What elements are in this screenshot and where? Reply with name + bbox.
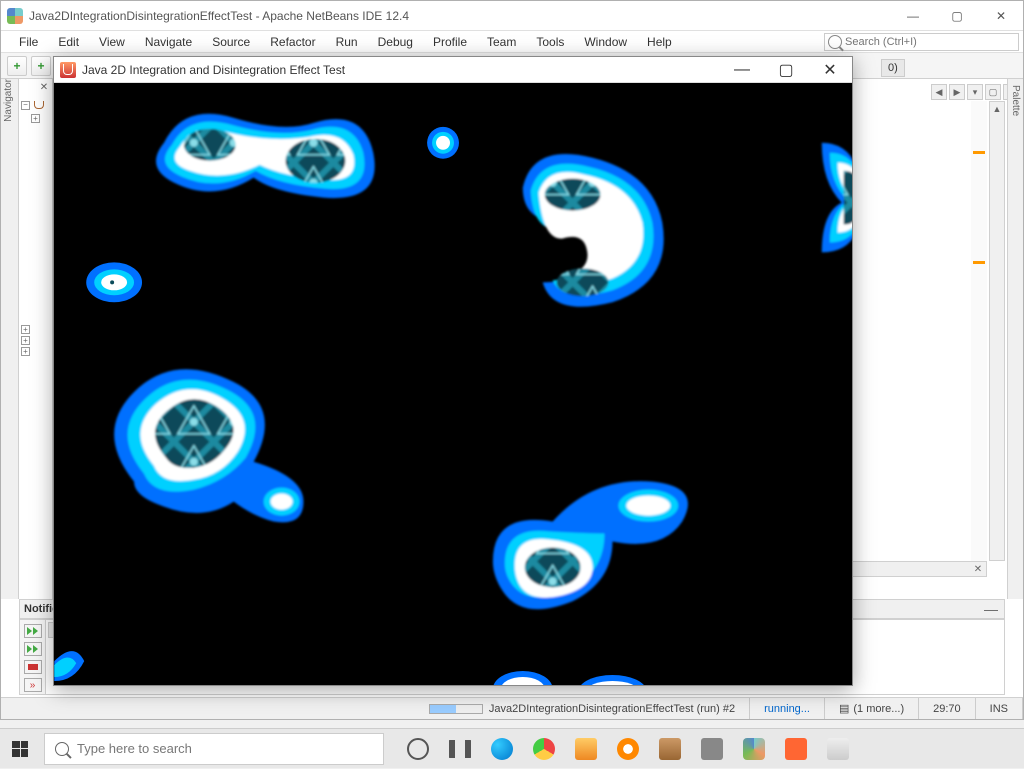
- java-app-window: Java 2D Integration and Disintegration E…: [53, 56, 853, 686]
- menu-navigate[interactable]: Navigate: [135, 33, 202, 51]
- tasks-icon: ▤: [839, 702, 849, 715]
- app-maximize-button[interactable]: ▢: [764, 57, 808, 83]
- menu-tools[interactable]: Tools: [526, 33, 574, 51]
- java-class-icon: [32, 98, 46, 112]
- netbeans-logo-icon: [7, 8, 23, 24]
- notifications-minimize-button[interactable]: —: [984, 601, 1004, 617]
- edge-icon[interactable]: [482, 729, 522, 769]
- status-more[interactable]: ▤ (1 more...): [825, 698, 919, 719]
- editor-next-button[interactable]: ▶: [949, 84, 965, 100]
- navigator-panel: ✕ − + + + +: [19, 79, 53, 599]
- explorer-icon[interactable]: [566, 729, 606, 769]
- cortana-button[interactable]: [398, 729, 438, 769]
- minimap-mark: [973, 151, 985, 154]
- app-close-button[interactable]: ✕: [808, 57, 852, 83]
- printer-icon[interactable]: [692, 729, 732, 769]
- status-cursor-pos: 29:70: [919, 698, 976, 719]
- menu-file[interactable]: File: [9, 33, 48, 51]
- output-sidebar: »: [20, 620, 46, 694]
- windows-logo-icon: [12, 741, 28, 757]
- tree-collapse-icon[interactable]: −: [21, 101, 30, 110]
- menu-run[interactable]: Run: [326, 33, 368, 51]
- status-task: Java2DIntegrationDisintegrationEffectTes…: [415, 698, 750, 719]
- app-minimize-button[interactable]: —: [720, 57, 764, 83]
- menu-view[interactable]: View: [89, 33, 135, 51]
- left-sidebar-strip: Navigator: [1, 79, 19, 599]
- tree-expand-icon[interactable]: +: [21, 336, 30, 345]
- taskbar-icons: [398, 729, 858, 769]
- navigator-tab-label[interactable]: Navigator: [3, 79, 14, 130]
- output-run-button[interactable]: [24, 642, 42, 656]
- search-icon: [828, 35, 842, 49]
- menu-team[interactable]: Team: [477, 33, 526, 51]
- app-icon[interactable]: [650, 729, 690, 769]
- output-stop-button[interactable]: [24, 660, 42, 674]
- scroll-up-icon[interactable]: ▲: [990, 102, 1004, 116]
- ide-search-input[interactable]: [845, 36, 1018, 48]
- output-rerun-button[interactable]: [24, 624, 42, 638]
- palette-tab-label[interactable]: Palette: [1010, 79, 1021, 116]
- blender-icon[interactable]: [608, 729, 648, 769]
- menu-window[interactable]: Window: [574, 33, 637, 51]
- menu-debug[interactable]: Debug: [368, 33, 423, 51]
- output-clear-button[interactable]: »: [24, 678, 42, 692]
- ide-close-button[interactable]: ✕: [979, 1, 1023, 31]
- editor-tabs: 0): [881, 57, 905, 79]
- start-button[interactable]: [0, 729, 40, 769]
- app2-icon[interactable]: [734, 729, 774, 769]
- menu-refactor[interactable]: Refactor: [260, 33, 325, 51]
- taskbar-search-placeholder: Type here to search: [77, 741, 192, 756]
- minimap-mark: [973, 261, 985, 264]
- ide-search-box[interactable]: [824, 33, 1019, 51]
- status-state[interactable]: running...: [750, 698, 825, 719]
- statusbar: Java2DIntegrationDisintegrationEffectTes…: [1, 697, 1023, 719]
- editor-dropdown-button[interactable]: ▾: [967, 84, 983, 100]
- windows-taskbar: Type here to search: [0, 728, 1024, 768]
- status-more-label: (1 more...): [853, 703, 904, 715]
- new-file-button[interactable]: [7, 56, 27, 76]
- navigator-close-button[interactable]: ✕: [38, 81, 50, 93]
- ide-title: Java2DIntegrationDisintegrationEffectTes…: [29, 9, 891, 23]
- taskbar-search[interactable]: Type here to search: [44, 733, 384, 765]
- ide-maximize-button[interactable]: ▢: [935, 1, 979, 31]
- editor-minimap[interactable]: [971, 101, 987, 561]
- app-canvas: [54, 83, 852, 685]
- editor-tab[interactable]: 0): [881, 59, 905, 77]
- task-view-button[interactable]: [440, 729, 480, 769]
- menu-source[interactable]: Source: [202, 33, 260, 51]
- java-app-icon: [60, 62, 76, 78]
- menu-profile[interactable]: Profile: [423, 33, 477, 51]
- app-title: Java 2D Integration and Disintegration E…: [82, 63, 720, 77]
- status-progress-icon: [429, 704, 483, 714]
- right-sidebar-strip: Palette: [1007, 79, 1023, 599]
- ide-minimize-button[interactable]: —: [891, 1, 935, 31]
- app-titlebar[interactable]: Java 2D Integration and Disintegration E…: [54, 57, 852, 83]
- java-taskbar-icon[interactable]: [818, 729, 858, 769]
- chrome-icon[interactable]: [524, 729, 564, 769]
- navigator-tree[interactable]: − + + + +: [19, 79, 52, 357]
- editor-prev-button[interactable]: ◀: [931, 84, 947, 100]
- editor-scrollbar-vertical[interactable]: ▲: [989, 101, 1005, 561]
- status-insert-mode[interactable]: INS: [976, 698, 1023, 719]
- editor-nav-buttons: ◀ ▶ ▾ ▢ ▣: [931, 81, 1019, 103]
- app3-icon[interactable]: [776, 729, 816, 769]
- menu-help[interactable]: Help: [637, 33, 682, 51]
- editor-maximize-button[interactable]: ▢: [985, 84, 1001, 100]
- tree-expand-icon[interactable]: +: [21, 325, 30, 334]
- tree-expand-icon[interactable]: +: [31, 114, 40, 123]
- scroll-close-icon[interactable]: ✕: [972, 562, 984, 576]
- menubar: File Edit View Navigate Source Refactor …: [1, 31, 1023, 53]
- tree-expand-icon[interactable]: +: [21, 347, 30, 356]
- new-project-button[interactable]: [31, 56, 51, 76]
- ide-titlebar: Java2DIntegrationDisintegrationEffectTes…: [1, 1, 1023, 31]
- menu-edit[interactable]: Edit: [48, 33, 89, 51]
- search-icon: [55, 742, 69, 756]
- status-task-label: Java2DIntegrationDisintegrationEffectTes…: [489, 703, 735, 715]
